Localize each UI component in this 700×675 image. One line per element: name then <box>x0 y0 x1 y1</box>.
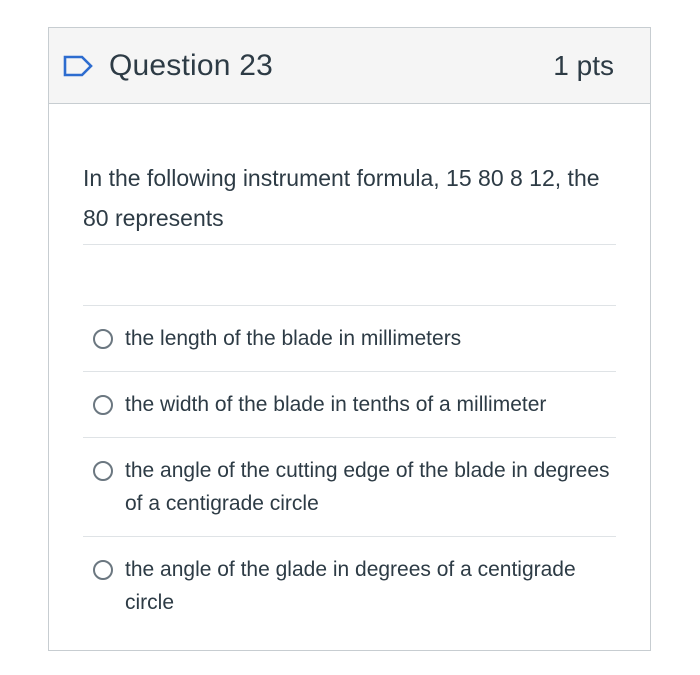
question-text: In the following instrument formula, 15 … <box>83 158 616 245</box>
flag-icon[interactable] <box>61 53 95 79</box>
answer-option-4[interactable]: the angle of the glade in degrees of a c… <box>83 537 616 635</box>
answer-option-2[interactable]: the width of the blade in tenths of a mi… <box>83 372 616 438</box>
question-title: Question 23 <box>109 48 273 82</box>
question-body: In the following instrument formula, 15 … <box>49 158 650 635</box>
question-points: 1 pts <box>553 49 614 81</box>
answer-label: the width of the blade in tenths of a mi… <box>125 393 547 416</box>
answer-list: the length of the blade in millimeters t… <box>83 305 616 635</box>
question-header: Question 23 1 pts <box>49 28 650 104</box>
question-header-left: Question 23 <box>61 49 273 83</box>
answer-option-3[interactable]: the angle of the cutting edge of the bla… <box>83 438 616 537</box>
answer-label: the length of the blade in millimeters <box>125 327 462 350</box>
answer-label: the angle of the cutting edge of the bla… <box>125 459 610 515</box>
radio-button[interactable] <box>93 395 113 415</box>
radio-button[interactable] <box>93 329 113 349</box>
answer-label: the angle of the glade in degrees of a c… <box>125 558 576 614</box>
radio-button[interactable] <box>93 560 113 580</box>
answer-option-1[interactable]: the length of the blade in millimeters <box>83 306 616 372</box>
radio-button[interactable] <box>93 461 113 481</box>
question-card: Question 23 1 pts In the following instr… <box>48 27 651 651</box>
